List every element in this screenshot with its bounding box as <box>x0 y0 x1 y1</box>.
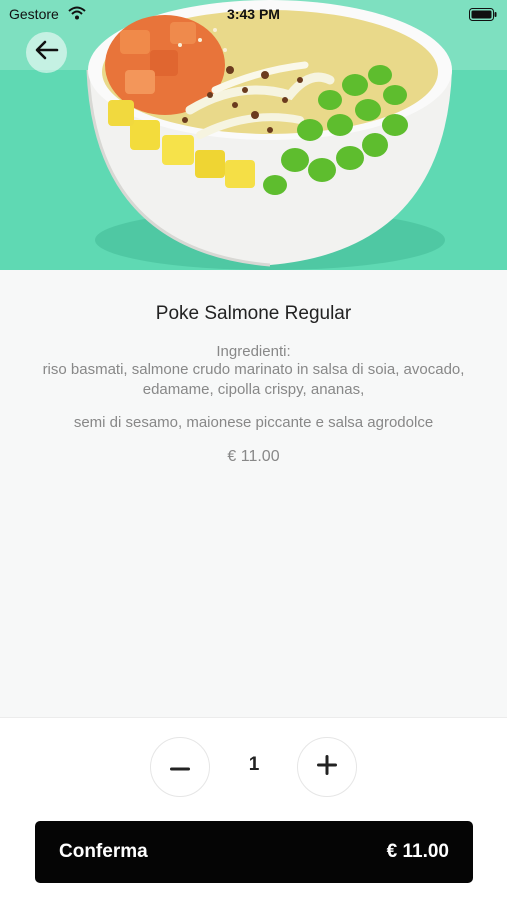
ingredients-label: Ingredienti: <box>216 343 291 360</box>
status-time: 3:43 PM <box>227 6 280 22</box>
product-image <box>0 0 507 270</box>
confirm-label: Conferma <box>59 841 148 862</box>
plus-icon <box>317 754 337 780</box>
increase-quantity-button[interactable] <box>297 737 357 797</box>
status-bar: Gestore 3:43 PM <box>0 0 507 28</box>
decrease-quantity-button[interactable] <box>150 737 210 797</box>
product-price: € 11.00 <box>227 448 280 465</box>
poke-bowl-image <box>86 0 452 270</box>
back-button[interactable] <box>26 32 67 73</box>
product-title: Poke Salmone Regular <box>155 303 352 324</box>
confirm-button[interactable]: Conferma € 11.00 <box>35 821 473 883</box>
order-panel: 1 Conferma € 11.00 <box>0 717 507 900</box>
quantity-value: 1 <box>248 754 260 775</box>
battery-icon <box>469 8 497 24</box>
minus-icon <box>170 758 190 776</box>
ingredients-extra: semi di sesamo, maionese piccante e sals… <box>73 414 434 431</box>
ingredients-text: riso basmati, salmone crudo marinato in … <box>42 361 465 398</box>
arrow-left-icon <box>35 40 59 65</box>
confirm-price: € 11.00 <box>386 841 449 862</box>
product-details: Poke Salmone Regular Ingredienti: riso b… <box>0 270 507 717</box>
